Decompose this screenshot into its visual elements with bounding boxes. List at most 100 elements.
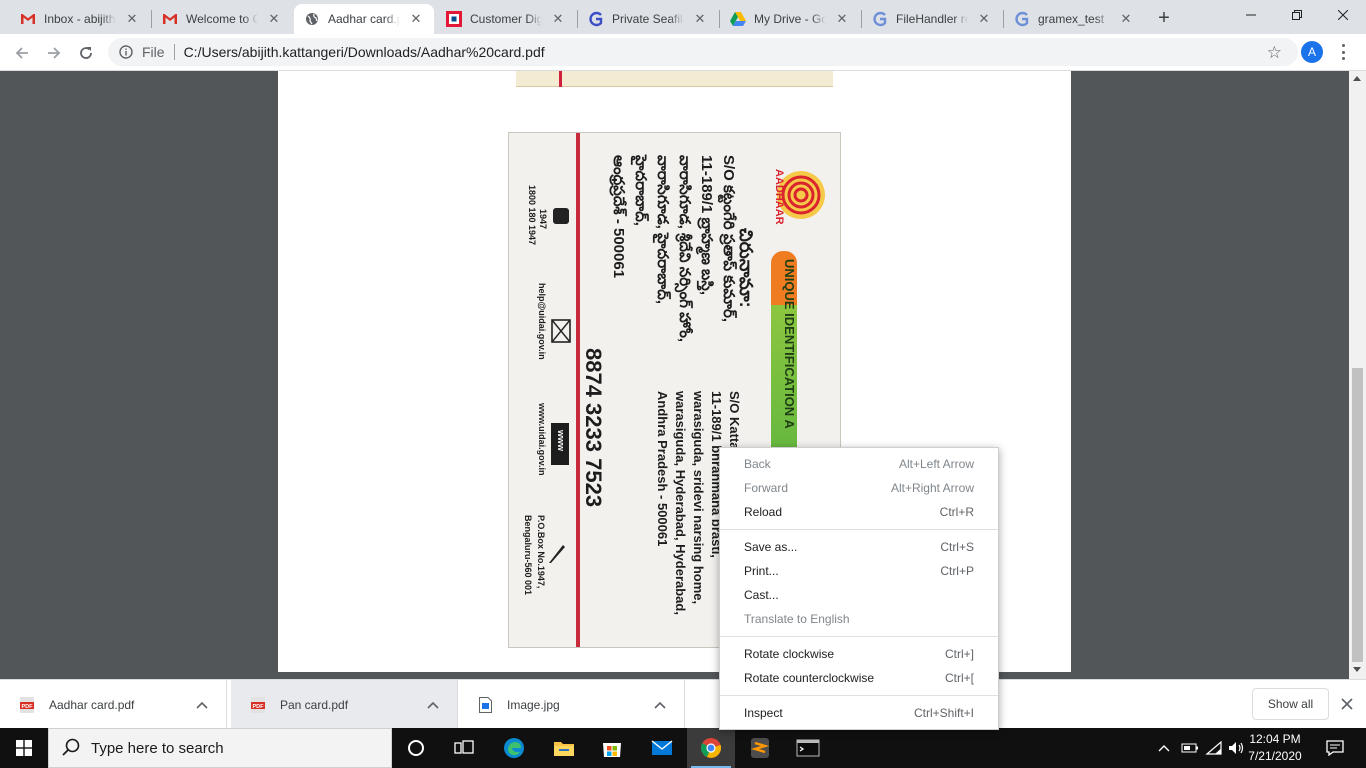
pen-icon [549, 545, 565, 563]
menu-item-back[interactable]: Back Alt+Left Arrow [720, 452, 998, 476]
menu-item-forward[interactable]: Forward Alt+Right Arrow [720, 476, 998, 500]
image-file-icon [477, 696, 493, 713]
profile-avatar[interactable]: A [1301, 41, 1323, 63]
tab-aadhar-card[interactable]: Aadhar card.pdf ✕ [294, 4, 434, 34]
menu-separator [720, 636, 998, 637]
start-button[interactable] [0, 728, 48, 768]
close-icon[interactable]: ✕ [124, 11, 140, 27]
tab-customer-banking[interactable]: Customer Digital Banking ✕ [436, 4, 576, 34]
tab-filehandler[interactable]: FileHandler reference ✕ [862, 4, 1002, 34]
search-icon [62, 738, 80, 759]
menu-item-rotate-counterclockwise[interactable]: Rotate counterclockwise Ctrl+[ [720, 666, 998, 690]
new-tab-button[interactable]: + [1152, 6, 1176, 30]
battery-icon[interactable] [1180, 728, 1200, 768]
tab-my-drive[interactable]: My Drive - Google Drive ✕ [720, 4, 860, 34]
more-menu-icon[interactable] [1334, 43, 1352, 61]
aadhaar-logo-text: AADHAAR [773, 169, 785, 225]
menu-item-rotate-clockwise[interactable]: Rotate clockwise Ctrl+] [720, 642, 998, 666]
phone-icon [553, 208, 569, 224]
menu-item-label: Save as... [744, 540, 798, 554]
reload-icon [80, 47, 92, 59]
svg-text:PDF: PDF [22, 703, 34, 709]
chevron-up-icon[interactable] [423, 695, 443, 715]
microsoft-store-icon[interactable] [588, 728, 636, 768]
forward-button[interactable] [40, 39, 68, 67]
edge-icon[interactable] [490, 728, 538, 768]
bookmark-star-icon[interactable]: ☆ [1267, 43, 1282, 63]
telugu-address-line: వారాసిగూడ, శ్రీదేవి నర్సింగ్ హోం, [676, 155, 693, 343]
menu-item-shortcut: Ctrl+Shift+I [913, 706, 974, 720]
menu-item-label: Rotate clockwise [744, 647, 835, 661]
restore-icon [1292, 10, 1302, 20]
close-icon[interactable]: ✕ [692, 11, 708, 27]
close-icon[interactable]: ✕ [266, 11, 282, 27]
task-view-icon[interactable] [440, 728, 488, 768]
page-scrollbar[interactable] [1349, 71, 1366, 679]
clock-date: 7/21/2020 [1248, 749, 1302, 763]
close-icon[interactable]: ✕ [550, 11, 566, 27]
context-menu: Back Alt+Left Arrow Forward Alt+Right Ar… [719, 447, 999, 730]
email-icon [551, 319, 571, 343]
po-box-text: P.O.Box No.1947, [536, 515, 546, 589]
svg-text:PDF: PDF [253, 703, 265, 709]
globe-icon [304, 11, 320, 27]
restore-button[interactable] [1274, 0, 1320, 30]
helpline-short: 1947 [538, 209, 548, 230]
address-line: S/O Katta [727, 391, 742, 450]
scroll-down-arrow-icon[interactable] [1353, 667, 1361, 672]
scroll-thumb[interactable] [1352, 368, 1363, 662]
download-item[interactable]: PDF Aadhar card.pdf [0, 680, 227, 729]
tab-inbox[interactable]: Inbox - abijith.kattangeri@gmail.com ✕ [10, 4, 150, 34]
chrome-taskbar-icon[interactable] [687, 728, 735, 768]
scroll-up-arrow-icon[interactable] [1353, 76, 1361, 81]
chevron-up-icon[interactable] [1156, 728, 1172, 768]
address-bar[interactable]: File C:/Users/abijith.kattangeri/Downloa… [108, 38, 1298, 66]
close-icon[interactable]: ✕ [976, 11, 992, 27]
sublime-text-icon[interactable] [736, 728, 784, 768]
url-text[interactable]: C:/Users/abijith.kattangeri/Downloads/Aa… [184, 44, 545, 60]
close-icon[interactable]: ✕ [834, 11, 850, 27]
cortana-icon[interactable] [392, 728, 440, 768]
taskbar-search-box[interactable]: Type here to search [48, 728, 392, 768]
tab-title: Aadhar card.pdf [328, 12, 400, 26]
tab-welcome-gmail[interactable]: Welcome to Gmail ✕ [152, 4, 292, 34]
download-item[interactable]: Image.jpg [458, 680, 685, 729]
menu-item-print[interactable]: Print... Ctrl+P [720, 559, 998, 583]
show-all-button[interactable]: Show all [1252, 688, 1329, 720]
back-button[interactable] [8, 39, 36, 67]
pdf-icon: PDF [250, 696, 266, 713]
mail-icon[interactable] [638, 728, 686, 768]
pdf-viewer: AADHAAR UNIQUE IDENTIFICATION A చిరునామా… [0, 71, 1366, 679]
tab-title: My Drive - Google Drive [754, 12, 826, 26]
info-icon[interactable] [118, 44, 134, 60]
menu-item-label: Cast... [744, 588, 779, 602]
minimize-icon [1246, 14, 1256, 16]
chevron-up-icon[interactable] [192, 695, 212, 715]
tab-gramex-test[interactable]: gramex_test ✕ [1004, 4, 1144, 34]
menu-item-inspect[interactable]: Inspect Ctrl+Shift+I [720, 701, 998, 725]
menu-separator [720, 529, 998, 530]
menu-item-cast[interactable]: Cast... [720, 583, 998, 607]
menu-item-save-as[interactable]: Save as... Ctrl+S [720, 535, 998, 559]
download-item[interactable]: PDF Pan card.pdf [231, 680, 458, 729]
notification-icon[interactable] [1320, 728, 1350, 768]
menu-item-label: Translate to English [744, 612, 850, 626]
menu-item-reload[interactable]: Reload Ctrl+R [720, 500, 998, 524]
chevron-up-icon[interactable] [650, 695, 670, 715]
close-icon[interactable] [1338, 695, 1356, 713]
menu-item-translate[interactable]: Translate to English [720, 607, 998, 631]
tab-title: Customer Digital Banking [470, 12, 542, 26]
window-close-button[interactable] [1320, 0, 1366, 30]
wifi-icon[interactable] [1204, 728, 1224, 768]
tab-title: Inbox - abijith.kattangeri@gmail.com [44, 12, 116, 26]
menu-item-shortcut: Alt+Left Arrow [898, 457, 974, 471]
tab-private-seafile[interactable]: Private Seafile ✕ [578, 4, 718, 34]
reload-button[interactable] [72, 39, 100, 67]
file-explorer-icon[interactable] [540, 728, 588, 768]
terminal-icon[interactable] [784, 728, 832, 768]
minimize-button[interactable] [1228, 0, 1274, 30]
system-clock[interactable]: 12:04 PM 7/21/2020 [1242, 731, 1308, 765]
close-icon[interactable]: ✕ [1118, 11, 1134, 27]
menu-item-shortcut: Ctrl+S [940, 540, 974, 554]
close-icon[interactable]: ✕ [408, 11, 424, 27]
